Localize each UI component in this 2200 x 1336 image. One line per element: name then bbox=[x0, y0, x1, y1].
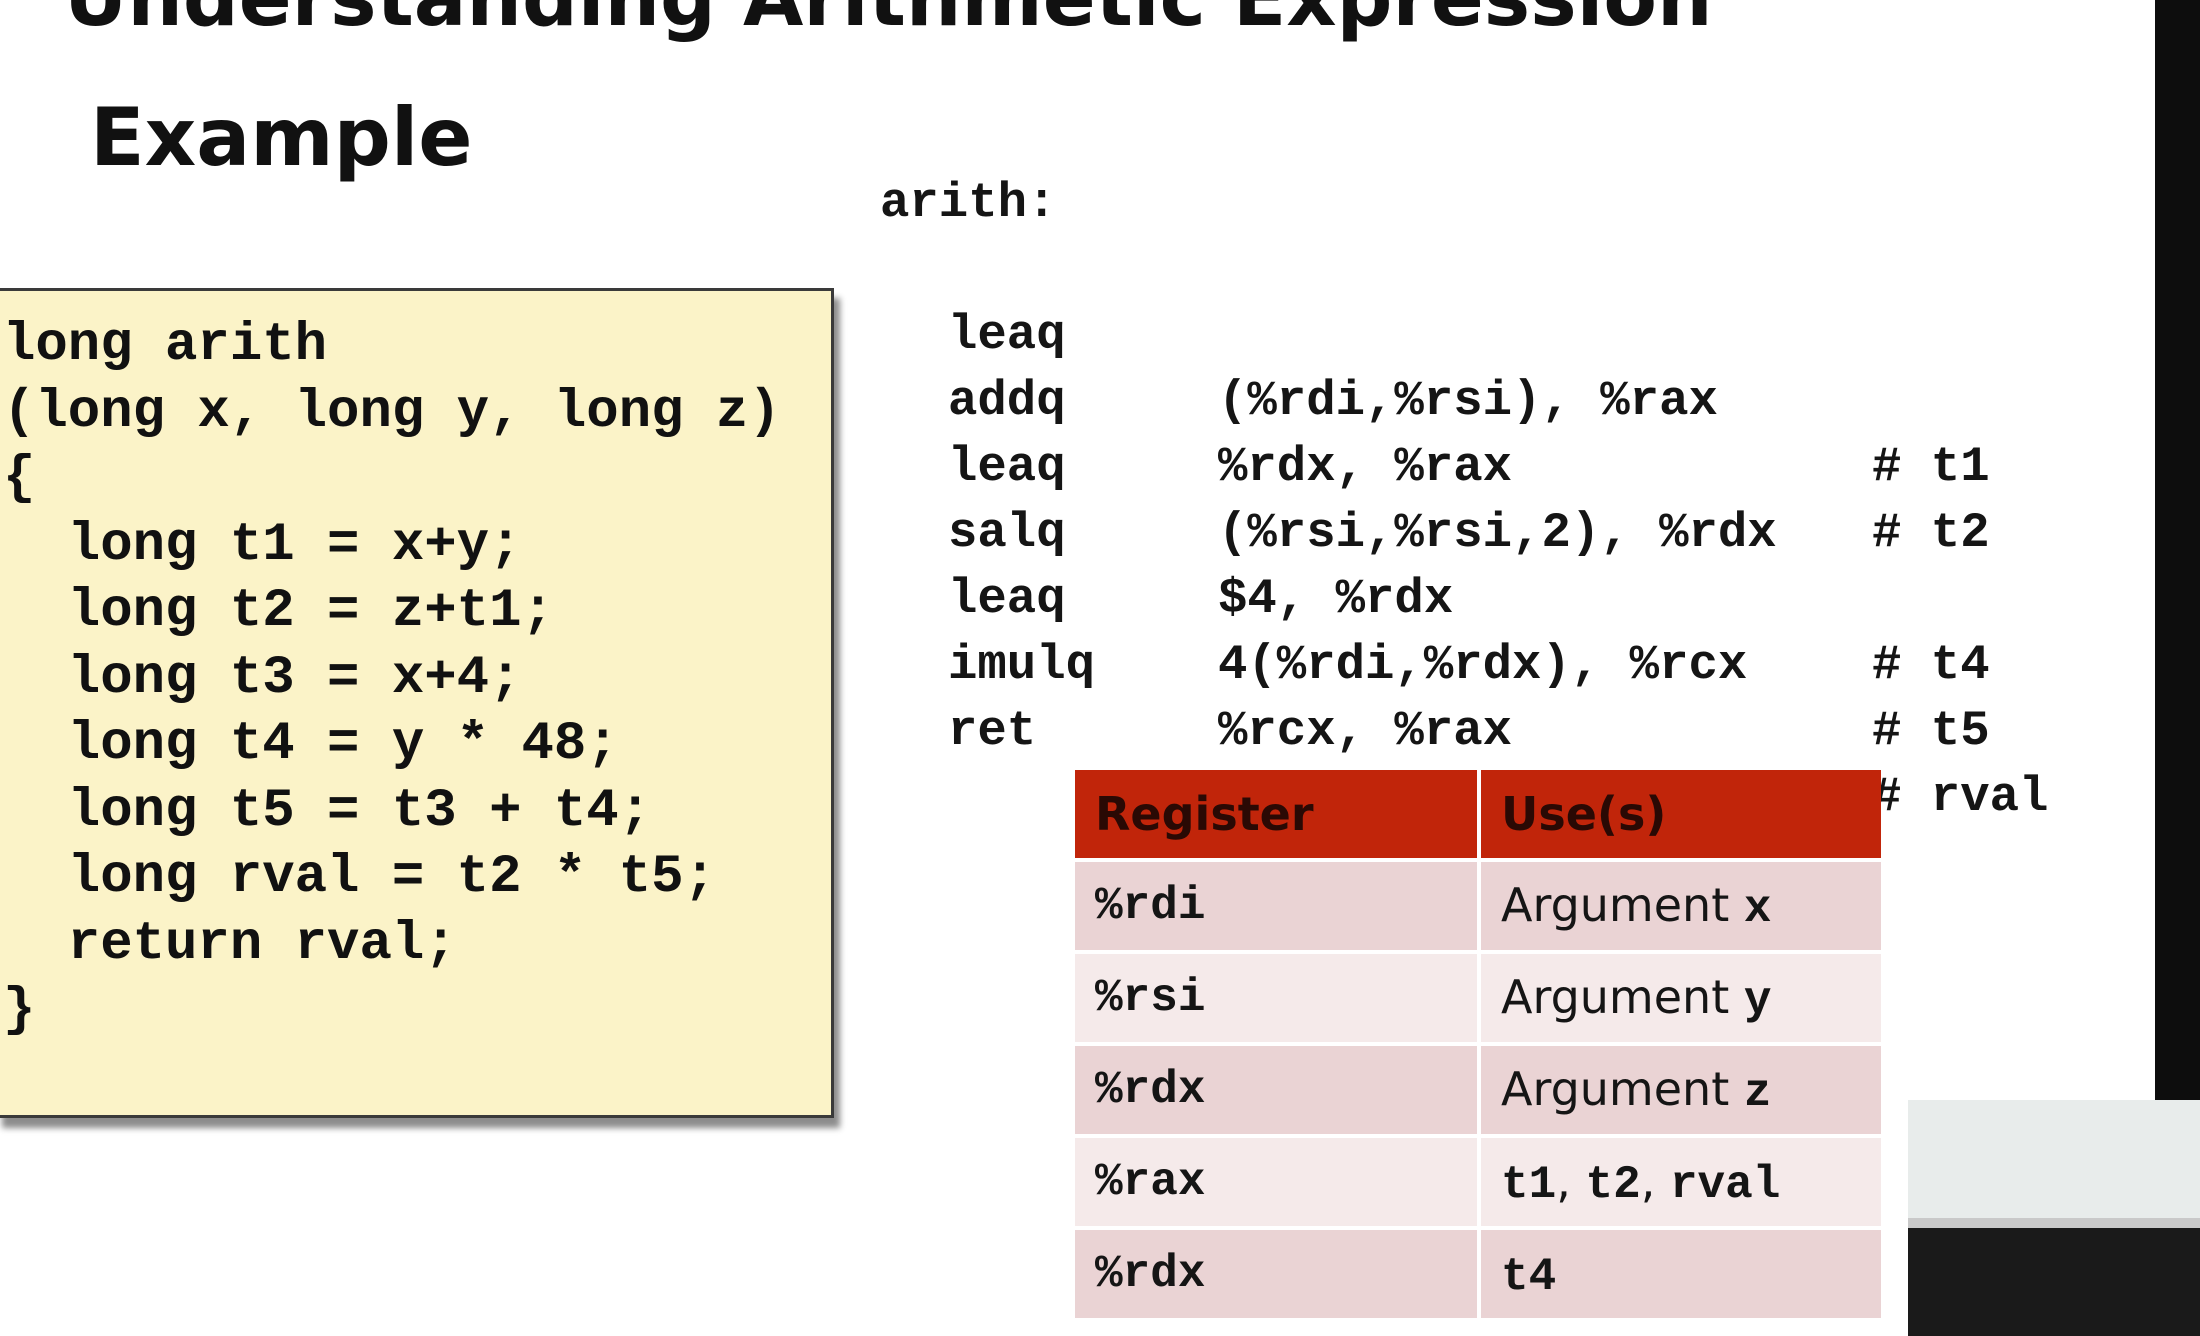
table-row: %rdi Argument x bbox=[1075, 862, 1881, 950]
use-separator: , bbox=[1556, 1153, 1586, 1208]
asm-row: leaq (%rsi,%rsi,2), %rdx bbox=[880, 368, 1777, 561]
use-var: z bbox=[1743, 1066, 1772, 1119]
use-cell: Argument y bbox=[1481, 954, 1881, 1042]
code-line: long t4 = y * 48; bbox=[3, 714, 619, 775]
slide: Understanding Arithmetic Expression Exam… bbox=[0, 0, 2155, 1336]
slide-subtitle: Example bbox=[90, 91, 473, 184]
register-cell: %rsi bbox=[1075, 954, 1481, 1042]
asm-comment: # rval bbox=[1872, 769, 2049, 825]
table-header-row: Register Use(s) bbox=[1075, 770, 1881, 858]
asm-args: $4, %rdx bbox=[1218, 571, 1454, 627]
header-uses: Use(s) bbox=[1481, 770, 1881, 858]
code-line: long t1 = x+y; bbox=[3, 514, 522, 576]
asm-args: (%rdi,%rsi), %rax bbox=[1218, 373, 1718, 429]
code-line: long rval = t2 * t5; bbox=[3, 847, 716, 908]
use-cell: Argument x bbox=[1481, 862, 1881, 950]
code-line: return rval; bbox=[3, 913, 457, 975]
asm-row: salq $4, %rdx # t4 bbox=[880, 434, 1990, 693]
use-var: rval bbox=[1669, 1158, 1781, 1211]
table-row: %rdx t4 bbox=[1075, 1230, 1881, 1318]
asm-comment: # t1 bbox=[1872, 439, 1990, 495]
asm-args: (%rsi,%rsi,2), %rdx bbox=[1218, 505, 1777, 561]
asm-row: imulq %rcx, %rax # rval bbox=[880, 566, 2048, 825]
use-var: t1 bbox=[1501, 1158, 1557, 1211]
asm-row: leaq (%rdi,%rsi), %rax # t1 bbox=[880, 236, 1990, 495]
use-text: Argument bbox=[1501, 877, 1744, 932]
code-line: (long x, long y, long z) bbox=[3, 381, 781, 443]
use-cell: t4 bbox=[1481, 1230, 1881, 1318]
use-var: t2 bbox=[1585, 1158, 1641, 1211]
register-table: Register Use(s) %rdi Argument x %rsi Arg… bbox=[1075, 766, 1881, 1322]
inset-bar bbox=[1908, 1218, 2200, 1228]
table-row: %rdx Argument z bbox=[1075, 1046, 1881, 1134]
table-row: %rsi Argument y bbox=[1075, 954, 1881, 1042]
inset-screen bbox=[1908, 1100, 2200, 1220]
code-line: } bbox=[3, 980, 36, 1041]
use-var: y bbox=[1743, 974, 1772, 1027]
assembly-listing: arith: leaq (%rdi,%rsi), %rax # t1 addq … bbox=[880, 170, 2048, 825]
code-line: { bbox=[3, 448, 36, 509]
use-text: Argument bbox=[1501, 1061, 1744, 1116]
code-line: long t3 = x+4; bbox=[3, 647, 522, 709]
register-cell: %rdx bbox=[1075, 1046, 1481, 1134]
slide-title: Understanding Arithmetic Expression bbox=[64, 0, 1713, 38]
register-cell: %rax bbox=[1075, 1138, 1481, 1226]
asm-op: ret bbox=[948, 703, 1037, 759]
speaker-camera-inset bbox=[1908, 1100, 2200, 1336]
asm-comment: # t5 bbox=[1872, 703, 1990, 759]
asm-row: addq %rdx, %rax # t2 bbox=[880, 302, 1990, 561]
register-cell: %rdx bbox=[1075, 1230, 1481, 1318]
asm-row: leaq 4(%rdi,%rdx), %rcx # t5 bbox=[880, 500, 1990, 759]
asm-args: %rcx, %rax bbox=[1218, 703, 1513, 759]
use-cell: Argument z bbox=[1481, 1046, 1881, 1134]
code-line: long t2 = z+t1; bbox=[3, 581, 554, 642]
asm-comment: # t2 bbox=[1872, 505, 1990, 561]
register-cell: %rdi bbox=[1075, 862, 1481, 950]
asm-function-label: arith: bbox=[880, 175, 1057, 231]
header-register: Register bbox=[1075, 770, 1481, 858]
code-line: long arith bbox=[3, 315, 328, 376]
use-text: Argument bbox=[1501, 969, 1744, 1024]
c-code-box: long arith (long x, long y, long z) { lo… bbox=[0, 288, 834, 1118]
use-var: t4 bbox=[1501, 1250, 1557, 1303]
use-separator: , bbox=[1640, 1153, 1670, 1208]
table-row: %rax t1, t2, rval bbox=[1075, 1138, 1881, 1226]
asm-args: %rdx, %rax bbox=[1218, 439, 1513, 495]
code-line: long t5 = t3 + t4; bbox=[3, 780, 652, 842]
asm-comment: # t4 bbox=[1872, 637, 1990, 693]
asm-row: ret bbox=[880, 632, 1056, 759]
asm-args: 4(%rdi,%rdx), %rcx bbox=[1218, 637, 1748, 693]
use-var: x bbox=[1743, 882, 1772, 935]
use-cell: t1, t2, rval bbox=[1481, 1138, 1881, 1226]
